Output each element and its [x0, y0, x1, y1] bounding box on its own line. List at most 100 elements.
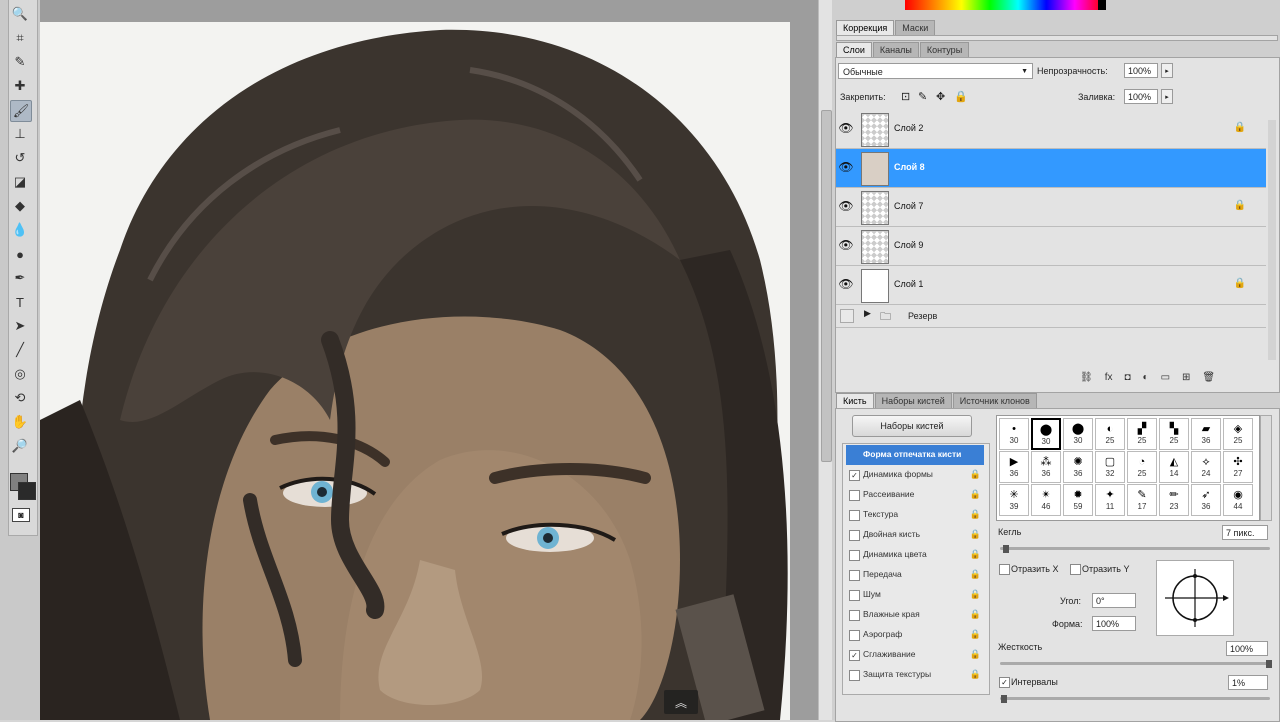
expand-triangle-icon[interactable]: ▶ [864, 308, 871, 319]
brush-preset[interactable]: ⁂ 36 [1031, 451, 1061, 483]
quick-mask-icon[interactable]: ◙ [12, 508, 30, 522]
visibility-toggle[interactable] [840, 309, 854, 323]
lock-icon[interactable]: 🔒 [970, 529, 981, 540]
canvas-scrollbar[interactable] [818, 0, 833, 720]
brush-option-checkbox[interactable]: ✓ [849, 650, 860, 661]
fill-dropdown-icon[interactable]: ▸ [1161, 89, 1173, 104]
spacing-slider[interactable] [1000, 697, 1270, 700]
lock-all-icon[interactable]: 🔒 [954, 90, 968, 103]
trash-icon[interactable]: 🗑 [1202, 372, 1215, 388]
eyedropper-icon[interactable]: ✎ [10, 52, 30, 72]
brush-preset[interactable]: ✹ 59 [1063, 484, 1093, 516]
player-expand-button[interactable]: ︽ [664, 690, 698, 714]
brush-preset[interactable]: ◔ 25 [1127, 451, 1157, 483]
brush-option-checkbox[interactable] [849, 530, 860, 541]
opacity-dropdown-icon[interactable]: ▸ [1161, 63, 1173, 78]
eye-icon[interactable]: 👁 [838, 276, 854, 292]
brush-preset[interactable]: ◉ 44 [1223, 484, 1253, 516]
brush-option-checkbox[interactable] [849, 630, 860, 641]
eraser-icon[interactable]: ◪ [10, 172, 30, 192]
brush-preset[interactable]: ✎ 17 [1127, 484, 1157, 516]
lock-icon[interactable]: 🔒 [970, 629, 981, 640]
brush-option-item[interactable]: Форма отпечатка кисти [846, 445, 984, 465]
brush-option-item[interactable]: ✓ Динамика формы 🔒 [846, 465, 984, 485]
brush-angle-preview[interactable] [1156, 560, 1234, 636]
brush-option-item[interactable]: Динамика цвета 🔒 [846, 545, 984, 565]
angle-input[interactable]: 0° [1092, 593, 1136, 608]
brush-option-item[interactable]: ✓ Сглаживание 🔒 [846, 645, 984, 665]
background-color-swatch[interactable] [18, 482, 36, 500]
brush-option-checkbox[interactable]: ✓ [849, 470, 860, 481]
add-mask-icon[interactable]: ◘ [1124, 372, 1130, 388]
flip-y-checkbox[interactable] [1070, 564, 1081, 575]
tab-paths[interactable]: Контуры [919, 42, 970, 58]
lock-icon[interactable]: 🔒 [970, 669, 981, 680]
pen-icon[interactable]: ✒ [10, 268, 30, 288]
3d-orbit-icon[interactable]: ⟲ [10, 388, 30, 408]
lock-pixels-icon[interactable]: ✎ [918, 90, 927, 103]
brush-preset[interactable]: ✺ 36 [1063, 451, 1093, 483]
crop-icon[interactable]: ⌗ [10, 28, 30, 48]
hand-icon[interactable]: ✋ [10, 412, 30, 432]
lock-icon[interactable]: 🔒 [970, 509, 981, 520]
lock-icon[interactable]: 🔒 [970, 489, 981, 500]
brush-option-item[interactable]: Влажные края 🔒 [846, 605, 984, 625]
layer-row[interactable]: 👁 Слой 7 🔒 [836, 188, 1266, 227]
new-layer-icon[interactable]: ⊞ [1182, 372, 1190, 388]
scrollbar-thumb[interactable] [821, 110, 832, 462]
tab-clone-source[interactable]: Источник клонов [952, 393, 1037, 409]
eye-icon[interactable]: 👁 [838, 159, 854, 175]
type-icon[interactable]: T [10, 292, 30, 312]
brush-preset[interactable]: ◐ 25 [1095, 418, 1125, 450]
tab-brush[interactable]: Кисть [836, 393, 874, 409]
line-icon[interactable]: ╱ [10, 340, 30, 360]
lock-position-icon[interactable]: ✥ [936, 90, 945, 103]
zoom-tool-icon[interactable]: 🔎 [10, 436, 30, 456]
brush-preset[interactable]: ◭ 14 [1159, 451, 1189, 483]
color-spectrum-black[interactable] [1098, 0, 1106, 10]
brush-preset[interactable]: ▰ 36 [1191, 418, 1221, 450]
healing-brush-icon[interactable]: ✚ [10, 76, 30, 96]
brush-preset[interactable]: ▶ 36 [999, 451, 1029, 483]
paint-bucket-icon[interactable]: ◆ [10, 196, 30, 216]
brush-option-checkbox[interactable] [849, 610, 860, 621]
brush-option-checkbox[interactable] [849, 510, 860, 521]
brush-preset[interactable]: ✴ 46 [1031, 484, 1061, 516]
brush-preset[interactable]: • 30 [999, 418, 1029, 450]
path-selection-icon[interactable]: ➤ [10, 316, 30, 336]
brush-preset[interactable]: ✏ 23 [1159, 484, 1189, 516]
brush-preset[interactable]: ⟡ 24 [1191, 451, 1221, 483]
roundness-input[interactable]: 100% [1092, 616, 1136, 631]
brush-preset[interactable]: ▢ 32 [1095, 451, 1125, 483]
blend-mode-select[interactable]: Обычные ▼ [838, 63, 1033, 79]
lock-icon[interactable]: 🔒 [970, 609, 981, 620]
lock-icon[interactable]: 🔒 [970, 549, 981, 560]
color-spectrum-bar[interactable] [905, 0, 1103, 10]
brush-option-item[interactable]: Двойная кисть 🔒 [846, 525, 984, 545]
tab-channels[interactable]: Каналы [872, 42, 919, 58]
preset-grid-scrollbar[interactable] [1260, 415, 1272, 521]
lock-icon[interactable]: 🔒 [970, 589, 981, 600]
lock-icon[interactable]: 🔒 [970, 569, 981, 580]
brush-preset[interactable]: ▞ 25 [1127, 418, 1157, 450]
brush-option-checkbox[interactable] [849, 670, 860, 681]
lock-icon[interactable]: 🔒 [970, 469, 981, 480]
brush-option-item[interactable]: Передача 🔒 [846, 565, 984, 585]
brush-preset[interactable]: ✣ 27 [1223, 451, 1253, 483]
brush-option-item[interactable]: Аэрограф 🔒 [846, 625, 984, 645]
brush-option-checkbox[interactable] [849, 490, 860, 501]
brush-option-checkbox[interactable] [849, 570, 860, 581]
size-slider[interactable] [1000, 547, 1270, 550]
document-canvas[interactable]: ︽ [40, 0, 830, 720]
size-slider-knob[interactable] [1003, 545, 1009, 553]
layer-row[interactable]: 👁 Слой 1 🔒 [836, 266, 1266, 305]
brush-preset[interactable]: ▚ 25 [1159, 418, 1189, 450]
tab-brush-presets[interactable]: Наборы кистей [874, 393, 952, 409]
3d-rotate-icon[interactable]: ◎ [10, 364, 30, 384]
layer-row[interactable]: 👁 Слой 8 [836, 149, 1266, 188]
tab-adjustments[interactable]: Коррекция [836, 20, 895, 36]
blur-icon[interactable]: 💧 [10, 220, 30, 240]
eye-icon[interactable]: 👁 [838, 120, 854, 136]
brush-preset[interactable]: ➶ 36 [1191, 484, 1221, 516]
brush-option-checkbox[interactable] [849, 550, 860, 561]
